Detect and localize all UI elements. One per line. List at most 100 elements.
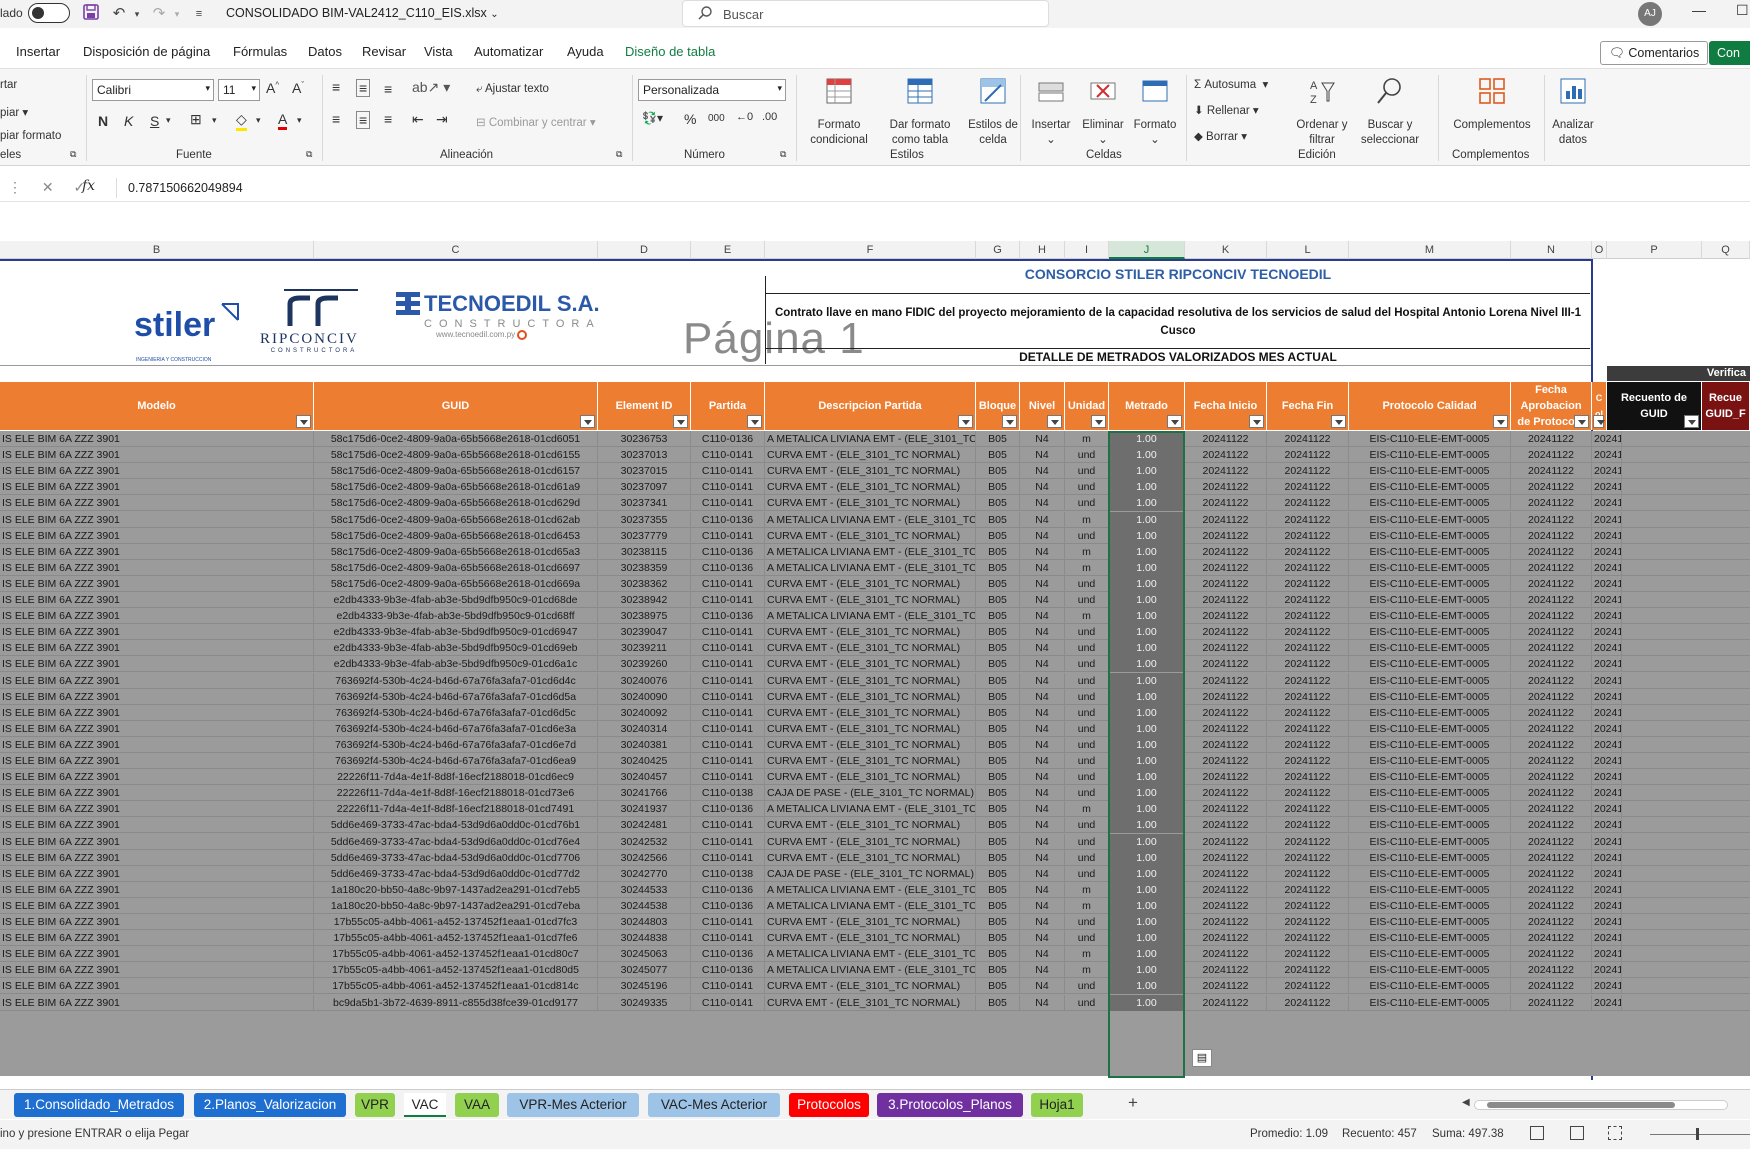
- cell-fecha-inicio[interactable]: 20241122: [1185, 704, 1267, 721]
- cell-nivel[interactable]: N4: [1020, 914, 1065, 930]
- cell-descripcion[interactable]: CURVA EMT - (ELE_3101_TC NORMAL): [765, 640, 976, 657]
- filter-dropdown-icon[interactable]: [1249, 415, 1264, 428]
- header-recuento-guid-f[interactable]: Recue GUID_F: [1702, 382, 1750, 430]
- column-header-e[interactable]: E: [691, 241, 765, 259]
- cell-fecha-aprobacion[interactable]: 20241122: [1511, 897, 1592, 914]
- cell-protocolo[interactable]: EIS-C110-ELE-EMT-0005: [1349, 431, 1511, 447]
- cell-descripcion[interactable]: CURVA EMT - (ELE_3101_TC NORMAL): [765, 575, 976, 592]
- cell-descripcion[interactable]: CURVA EMT - (ELE_3101_TC NORMAL): [765, 447, 976, 464]
- table-row[interactable]: IS ELE BIM 6A ZZZ 3901 e2db4333-9b3e-4fab…: [0, 592, 1750, 608]
- bold-button[interactable]: N: [98, 113, 108, 129]
- underline-button[interactable]: S: [150, 113, 159, 129]
- cell-col-o[interactable]: 202412: [1592, 736, 1622, 753]
- cell-element-id[interactable]: 30242566: [598, 849, 691, 866]
- sheet-tab-1-consolidado-metrados[interactable]: 1.Consolidado_Metrados: [14, 1093, 184, 1117]
- cell-guid[interactable]: 17b55c05-a4bb-4061-a452-137452f1eaa1-01c…: [314, 946, 598, 963]
- cell-protocolo[interactable]: EIS-C110-ELE-EMT-0005: [1349, 962, 1511, 979]
- cell-fecha-fin[interactable]: 20241122: [1267, 447, 1349, 464]
- cell-metrado[interactable]: 1.00: [1109, 463, 1185, 480]
- cell-nivel[interactable]: N4: [1020, 575, 1065, 592]
- cell-fecha-aprobacion[interactable]: 20241122: [1511, 511, 1592, 528]
- cell-modelo[interactable]: IS ELE BIM 6A ZZZ 3901: [0, 640, 314, 657]
- tab-formulas[interactable]: Fórmulas: [233, 44, 287, 59]
- column-header-k[interactable]: K: [1185, 241, 1267, 259]
- table-row[interactable]: IS ELE BIM 6A ZZZ 3901 763692f4-530b-4c24…: [0, 736, 1750, 753]
- column-header-p[interactable]: P: [1607, 241, 1702, 259]
- table-row[interactable]: IS ELE BIM 6A ZZZ 3901 58c175d6-0ce2-4809…: [0, 463, 1750, 480]
- cell-element-id[interactable]: 30249335: [598, 994, 691, 1011]
- cell-guid[interactable]: 5dd6e469-3733-47ac-bda4-53d9d6a0dd0c-01c…: [314, 849, 598, 866]
- cell-fecha-aprobacion[interactable]: 20241122: [1511, 769, 1592, 786]
- cell-partida[interactable]: C110-0136: [691, 511, 765, 528]
- cell-descripcion[interactable]: A METALICA LIVIANA EMT - (ELE_3101_TC NO: [765, 881, 976, 898]
- cell-fecha-fin[interactable]: 20241122: [1267, 914, 1349, 930]
- cell-col-o[interactable]: 202412: [1592, 704, 1622, 721]
- cell-nivel[interactable]: N4: [1020, 930, 1065, 947]
- cell-guid[interactable]: 17b55c05-a4bb-4061-a452-137452f1eaa1-01c…: [314, 978, 598, 995]
- cell-fecha-inicio[interactable]: 20241122: [1185, 769, 1267, 786]
- cell-descripcion[interactable]: CURVA EMT - (ELE_3101_TC NORMAL): [765, 994, 976, 1011]
- tab-vista[interactable]: Vista: [424, 44, 453, 59]
- cell-modelo[interactable]: IS ELE BIM 6A ZZZ 3901: [0, 994, 314, 1011]
- avatar[interactable]: AJ: [1638, 2, 1662, 26]
- cell-protocolo[interactable]: EIS-C110-ELE-EMT-0005: [1349, 769, 1511, 786]
- cell-fecha-fin[interactable]: 20241122: [1267, 849, 1349, 866]
- cell-bloque[interactable]: B05: [976, 575, 1020, 592]
- tab-diseno-tabla[interactable]: Diseño de tabla: [625, 44, 715, 59]
- cell-descripcion[interactable]: CURVA EMT - (ELE_3101_TC NORMAL): [765, 527, 976, 544]
- cell-fecha-inicio[interactable]: 20241122: [1185, 962, 1267, 979]
- cell-fecha-inicio[interactable]: 20241122: [1185, 656, 1267, 673]
- table-row[interactable]: IS ELE BIM 6A ZZZ 3901 22226f11-7d4a-4e1f…: [0, 785, 1750, 802]
- cell-fecha-inicio[interactable]: 20241122: [1185, 914, 1267, 930]
- tab-ayuda[interactable]: Ayuda: [567, 44, 604, 59]
- cell-metrado[interactable]: 1.00: [1109, 914, 1185, 930]
- cell-fecha-fin[interactable]: 20241122: [1267, 897, 1349, 914]
- cell-bloque[interactable]: B05: [976, 592, 1020, 608]
- cell-guid[interactable]: 1a180c20-bb50-4a8c-9b97-1437ad2ea291-01c…: [314, 897, 598, 914]
- cell-modelo[interactable]: IS ELE BIM 6A ZZZ 3901: [0, 672, 314, 689]
- cell-unidad[interactable]: und: [1065, 463, 1109, 480]
- column-header-l[interactable]: L: [1267, 241, 1349, 259]
- sheet-tab-vac-mes-acterior[interactable]: VAC-Mes Acterior: [648, 1093, 780, 1117]
- cell-element-id[interactable]: 30245196: [598, 978, 691, 995]
- format-painter-button[interactable]: piar formato: [0, 130, 61, 142]
- sheet-tab-vpr[interactable]: VPR: [355, 1093, 395, 1117]
- filter-dropdown-icon[interactable]: [580, 415, 595, 428]
- cell-bloque[interactable]: B05: [976, 930, 1020, 947]
- cell-metrado[interactable]: 1.00: [1109, 559, 1185, 576]
- cell-modelo[interactable]: IS ELE BIM 6A ZZZ 3901: [0, 897, 314, 914]
- cell-partida[interactable]: C110-0141: [691, 624, 765, 641]
- cell-protocolo[interactable]: EIS-C110-ELE-EMT-0005: [1349, 914, 1511, 930]
- cell-partida[interactable]: C110-0141: [691, 769, 765, 786]
- tab-revisar[interactable]: Revisar: [362, 44, 406, 59]
- table-row[interactable]: IS ELE BIM 6A ZZZ 3901 e2db4333-9b3e-4fab…: [0, 608, 1750, 625]
- cell-col-o[interactable]: 202412: [1592, 527, 1622, 544]
- cell-nivel[interactable]: N4: [1020, 592, 1065, 608]
- tab-automatizar[interactable]: Automatizar: [474, 44, 543, 59]
- cell-bloque[interactable]: B05: [976, 704, 1020, 721]
- filter-dropdown-icon[interactable]: [1331, 415, 1346, 428]
- cell-protocolo[interactable]: EIS-C110-ELE-EMT-0005: [1349, 785, 1511, 802]
- filter-dropdown-icon[interactable]: [673, 415, 688, 428]
- cell-guid[interactable]: e2db4333-9b3e-4fab-ab3e-5bd9dfb950c9-01c…: [314, 608, 598, 625]
- cell-fecha-fin[interactable]: 20241122: [1267, 640, 1349, 657]
- cell-col-o[interactable]: 202412: [1592, 495, 1622, 512]
- cell-fecha-inicio[interactable]: 20241122: [1185, 543, 1267, 560]
- table-row[interactable]: IS ELE BIM 6A ZZZ 3901 58c175d6-0ce2-4809…: [0, 479, 1750, 496]
- cell-unidad[interactable]: m: [1065, 559, 1109, 576]
- cell-fecha-aprobacion[interactable]: 20241122: [1511, 849, 1592, 866]
- cell-fecha-aprobacion[interactable]: 20241122: [1511, 865, 1592, 882]
- cell-guid[interactable]: 5dd6e469-3733-47ac-bda4-53d9d6a0dd0c-01c…: [314, 817, 598, 834]
- cell-unidad[interactable]: und: [1065, 688, 1109, 705]
- cell-protocolo[interactable]: EIS-C110-ELE-EMT-0005: [1349, 865, 1511, 882]
- cell-nivel[interactable]: N4: [1020, 495, 1065, 512]
- cell-fecha-inicio[interactable]: 20241122: [1185, 720, 1267, 737]
- cell-element-id[interactable]: 30239047: [598, 624, 691, 641]
- cell-element-id[interactable]: 30244838: [598, 930, 691, 947]
- header-fecha-aprobacion[interactable]: Fecha Aprobacion de Protocolo: [1511, 382, 1592, 430]
- tab-disposicion[interactable]: Disposición de página: [83, 44, 210, 59]
- cell-element-id[interactable]: 30240090: [598, 688, 691, 705]
- cell-element-id[interactable]: 30245077: [598, 962, 691, 979]
- cell-modelo[interactable]: IS ELE BIM 6A ZZZ 3901: [0, 736, 314, 753]
- cell-fecha-inicio[interactable]: 20241122: [1185, 688, 1267, 705]
